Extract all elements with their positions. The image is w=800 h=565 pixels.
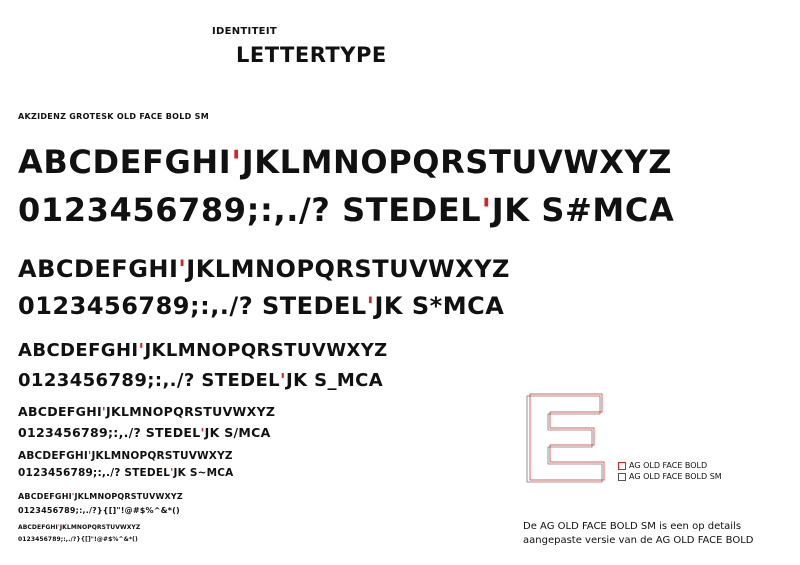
specimen-numerals-xs: 0123456789;:,./? STEDEL'JK S~MCA: [18, 467, 234, 479]
specimen-numerals-m: 0123456789;:,./? STEDEL'JK S_MCA: [18, 370, 384, 391]
letter-e-outline-comparison: [526, 393, 605, 483]
specimen-alphabet-s: ABCDEFGHI'JKLMNOPQRSTUVWXYZ: [18, 404, 276, 419]
specimen-alphabet-l: ABCDEFGHI'JKLMNOPQRSTUVWXYZ: [18, 255, 510, 283]
section-label: IDENTITEIT: [212, 26, 277, 37]
red-outline-swatch: [618, 461, 626, 470]
specimen-alphabet-xl: ABCDEFGHI'JKLMNOPQRSTUVWXYZ: [18, 143, 673, 181]
comparison-note: De AG OLD FACE BOLD SM is een op details…: [523, 521, 754, 546]
specimen-alphabet-m: ABCDEFGHI'JKLMNOPQRSTUVWXYZ: [18, 340, 388, 361]
specimen-alphabet-xs: ABCDEFGHI'JKLMNOPQRSTUVWXYZ: [18, 450, 233, 462]
legend-item-old-face-bold: AG OLD FACE BOLD: [618, 461, 707, 470]
specimen-numerals-s: 0123456789;:,./? STEDEL'JK S/MCA: [18, 425, 271, 440]
red-accent-mark: ': [481, 191, 492, 229]
specimen-alphabet-tiny: ABCDEFGHI'JKLMNOPQRSTUVWXYZ: [18, 524, 141, 531]
page-title: LETTERTYPE: [236, 43, 387, 67]
specimen-numerals-l: 0123456789;:,./? STEDEL'JK S*MCA: [18, 292, 505, 320]
specimen-alphabet-xxs: ABCDEFGHI'JKLMNOPQRSTUVWXYZ: [18, 492, 183, 501]
specimen-numerals-xl: 0123456789;:,./? STEDEL'JK S#MCA: [18, 191, 675, 229]
gray-outline-swatch: [618, 472, 626, 481]
specimen-numerals-tiny: 0123456789;:,./?}{[]"!@#$%^&*(): [18, 536, 138, 543]
red-accent-mark: ': [231, 143, 242, 181]
legend-item-old-face-bold-sm: AG OLD FACE BOLD SM: [618, 472, 722, 481]
e-outline-standard: [529, 393, 605, 481]
e-outline-sm: [526, 395, 603, 483]
specimen-numerals-xxs: 0123456789;:,./?}{[]"!@#$%^&*(): [18, 506, 180, 515]
font-name-label: AKZIDENZ GROTESK OLD FACE BOLD SM: [18, 112, 209, 121]
